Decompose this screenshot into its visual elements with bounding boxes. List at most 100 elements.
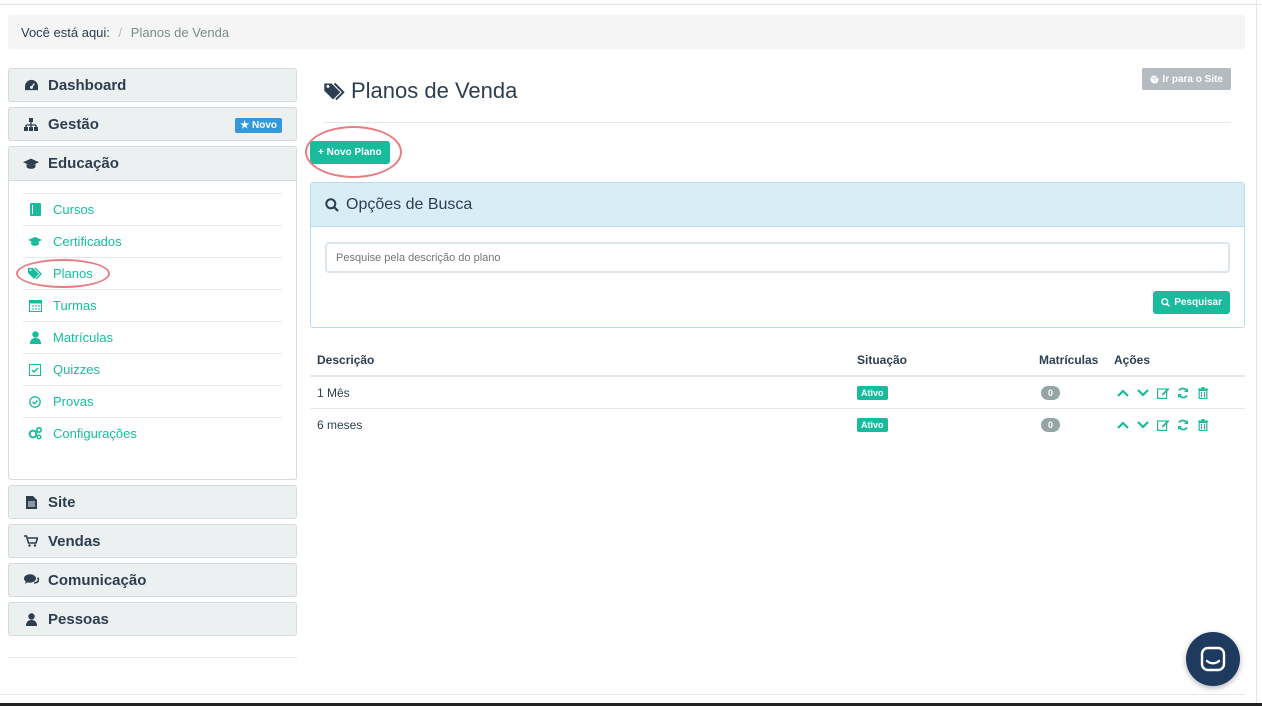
column-header-matriculas[interactable]: Matrículas xyxy=(1039,344,1098,375)
sidebar-item-comunicacao[interactable]: Comunicação xyxy=(8,563,297,597)
enrollment-count-badge: 0 xyxy=(1041,385,1061,400)
breadcrumb: Você está aqui: / Planos de Venda xyxy=(8,15,1245,49)
search-panel-header: Opções de Busca xyxy=(311,183,1244,227)
status-badge: Ativo xyxy=(857,418,888,432)
user-icon xyxy=(28,331,42,345)
sidebar-label-turmas: Turmas xyxy=(53,298,97,313)
sidebar-item-quizzes[interactable]: Quizzes xyxy=(23,353,282,385)
sidebar-label-gestao: Gestão xyxy=(48,115,99,133)
sidebar-label-configuracoes: Configurações xyxy=(53,426,137,441)
sidebar-group-educacao: Educação Cursos Certificados Planos Turm… xyxy=(8,146,297,480)
column-header-descricao[interactable]: Descrição xyxy=(317,344,374,375)
tags-icon xyxy=(324,82,345,101)
comments-icon xyxy=(23,572,39,588)
status-badge: Ativo xyxy=(857,385,888,400)
chevron-down-icon[interactable] xyxy=(1134,384,1152,402)
search-icon xyxy=(325,197,339,212)
new-badge: ★ Novo xyxy=(235,118,282,133)
chevron-up-icon[interactable] xyxy=(1114,384,1132,402)
footer-divider xyxy=(0,694,1245,695)
title-divider xyxy=(324,122,1231,123)
search-button-label: Pesquisar xyxy=(1174,297,1222,308)
sidebar-item-dashboard[interactable]: Dashboard xyxy=(8,68,297,102)
calendar-icon xyxy=(28,299,42,313)
sidebar-label-planos: Planos xyxy=(53,266,93,281)
sidebar-label-dashboard: Dashboard xyxy=(48,76,127,94)
sidebar-item-educacao[interactable]: Educação xyxy=(9,147,296,181)
enrollments-cell: 0 xyxy=(1039,409,1061,441)
status-cell: Ativo xyxy=(857,409,888,441)
sidebar-item-pessoas[interactable]: Pessoas xyxy=(8,602,297,636)
sidebar: Dashboard Gestão ★ Novo Educação Cursos … xyxy=(8,68,297,641)
trash-icon[interactable] xyxy=(1194,384,1212,402)
chat-widget-button[interactable] xyxy=(1186,632,1240,686)
go-to-site-label: Ir para o Site xyxy=(1162,73,1223,85)
page-title: Planos de Venda xyxy=(324,78,517,104)
sidebar-item-turmas[interactable]: Turmas xyxy=(23,289,282,321)
plan-description: 1 Mês xyxy=(317,385,350,400)
breadcrumb-current: Planos de Venda xyxy=(130,25,230,40)
sidebar-item-certificados[interactable]: Certificados xyxy=(23,225,282,257)
sidebar-item-matriculas[interactable]: Matrículas xyxy=(23,321,282,353)
trash-icon[interactable] xyxy=(1194,416,1212,434)
sidebar-item-planos[interactable]: Planos xyxy=(16,257,282,289)
column-header-acoes: Ações xyxy=(1114,352,1151,367)
search-panel: Opções de Busca Pesquisar xyxy=(310,182,1245,328)
plan-description: 6 meses xyxy=(317,418,363,432)
refresh-icon[interactable] xyxy=(1174,416,1192,434)
status-cell: Ativo xyxy=(857,377,888,408)
enrollments-cell: 0 xyxy=(1039,377,1061,408)
sidebar-label-certificados: Certificados xyxy=(53,234,122,249)
sidebar-label-matriculas: Matrículas xyxy=(53,330,113,345)
sidebar-item-cursos[interactable]: Cursos xyxy=(23,193,282,225)
chat-icon xyxy=(1200,646,1226,672)
chevron-down-icon[interactable] xyxy=(1134,416,1152,434)
sidebar-item-gestao[interactable]: Gestão ★ Novo xyxy=(8,107,297,141)
new-plan-button[interactable]: + Novo Plano xyxy=(310,141,390,164)
sidebar-label-vendas: Vendas xyxy=(48,532,101,550)
sidebar-label-pessoas: Pessoas xyxy=(48,610,109,628)
cart-icon xyxy=(23,533,39,549)
sidebar-item-vendas[interactable]: Vendas xyxy=(8,524,297,558)
plans-table: Descrição Situação Matrículas Ações 1 Mê… xyxy=(310,344,1245,441)
graduation-cap-icon xyxy=(28,235,42,249)
search-button[interactable]: Pesquisar xyxy=(1153,291,1230,314)
search-input[interactable] xyxy=(325,242,1230,273)
breadcrumb-label: Você está aqui: xyxy=(21,25,110,40)
sidebar-label-cursos: Cursos xyxy=(53,202,95,217)
educacao-submenu: Cursos Certificados Planos Turmas Matríc… xyxy=(9,181,296,479)
breadcrumb-separator: / xyxy=(118,25,123,40)
chevron-up-icon[interactable] xyxy=(1114,416,1132,434)
edit-icon[interactable] xyxy=(1154,384,1172,402)
check-circle-icon xyxy=(28,395,42,409)
table-row: 1 Mês Ativo 0 xyxy=(310,377,1245,409)
actions-cell xyxy=(1114,409,1214,441)
sidebar-item-site[interactable]: Site xyxy=(8,485,297,519)
user-icon xyxy=(23,611,39,627)
go-to-site-button[interactable]: Ir para o Site xyxy=(1142,68,1231,90)
sidebar-divider xyxy=(8,657,297,658)
table-row: 6 meses Ativo 0 xyxy=(310,409,1245,441)
search-icon xyxy=(1161,298,1171,307)
dashboard-icon xyxy=(23,77,39,93)
globe-icon xyxy=(1150,74,1159,84)
file-icon xyxy=(23,494,39,510)
table-header: Descrição Situação Matrículas Ações xyxy=(310,344,1245,377)
cogs-icon xyxy=(28,427,42,441)
sidebar-item-configuracoes[interactable]: Configurações xyxy=(23,417,282,449)
top-divider xyxy=(0,4,1262,5)
search-panel-title: Opções de Busca xyxy=(346,195,473,213)
window-edge xyxy=(1256,0,1257,706)
check-square-icon xyxy=(28,363,42,377)
edit-icon[interactable] xyxy=(1154,416,1172,434)
sidebar-item-provas[interactable]: Provas xyxy=(23,385,282,417)
enrollment-count-badge: 0 xyxy=(1041,418,1061,432)
column-header-situacao[interactable]: Situação xyxy=(857,344,907,375)
actions-cell xyxy=(1114,377,1214,408)
refresh-icon[interactable] xyxy=(1174,384,1192,402)
tags-icon xyxy=(28,267,42,281)
graduation-cap-icon xyxy=(23,156,39,172)
sidebar-label-educacao: Educação xyxy=(48,155,119,172)
sidebar-label-provas: Provas xyxy=(53,394,94,409)
page-title-text: Planos de Venda xyxy=(351,78,518,103)
